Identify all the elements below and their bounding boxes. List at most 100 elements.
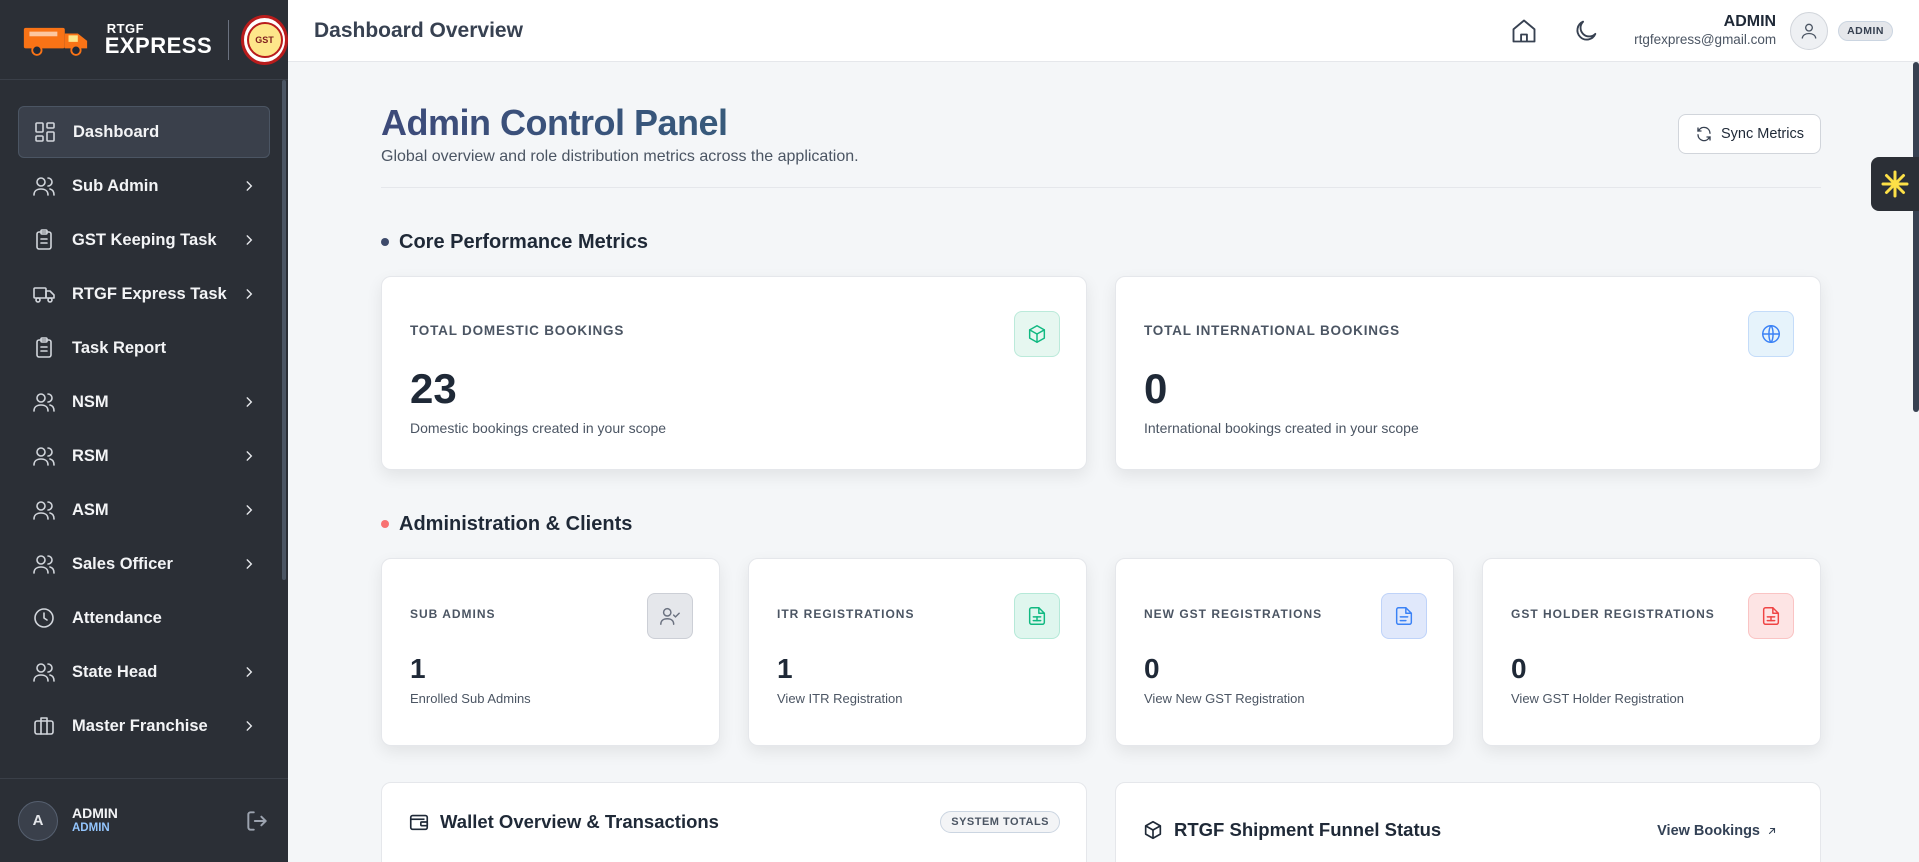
- user-info[interactable]: ADMIN rtgfexpress@gmail.com: [1634, 12, 1776, 49]
- metric-card-new-gst-registrations[interactable]: NEW GST REGISTRATIONS 0 View New GST Regis…: [1115, 558, 1454, 746]
- metric-icon-badge: [1748, 311, 1794, 357]
- globe-icon: [1762, 325, 1780, 343]
- metric-card-itr-registrations[interactable]: ITR REGISTRATIONS 1 View ITR Registration: [748, 558, 1087, 746]
- system-totals-tag: SYSTEM TOTALS: [940, 811, 1060, 833]
- sidebar-item-rsm[interactable]: RSM: [18, 430, 270, 482]
- view-bookings-label: View Bookings: [1657, 823, 1760, 839]
- sidebar-item-gst-keeping-task[interactable]: GST Keeping Task: [18, 214, 270, 266]
- header-user-email: rtgfexpress@gmail.com: [1634, 32, 1777, 48]
- file-sheet-icon: [1028, 607, 1046, 625]
- hero: Admin Control Panel Global overview and …: [381, 62, 1821, 188]
- sidebar-scrollbar[interactable]: [282, 80, 286, 580]
- sidebar-nav: Dashboard Sub Admin GST Keeping Task RTGF E…: [0, 80, 288, 780]
- view-bookings-link[interactable]: View Bookings: [1657, 823, 1778, 839]
- metric-description: View GST Holder Registration: [1511, 691, 1684, 706]
- metric-description: View ITR Registration: [777, 691, 903, 706]
- brand-line2: EXPRESS: [104, 33, 213, 58]
- clipboard-icon: [36, 229, 52, 250]
- logout-icon[interactable]: [244, 808, 270, 834]
- wallet-icon: [409, 814, 429, 831]
- sidebar-item-sales-officer[interactable]: Sales Officer: [18, 538, 270, 590]
- users-icon: [33, 447, 55, 466]
- users-icon: [33, 555, 55, 574]
- sidebar-footer: A ADMIN ADMIN: [0, 778, 288, 862]
- metric-value: 23: [410, 365, 457, 412]
- sidebar-item-label: Master Franchise: [72, 716, 208, 735]
- metric-card-gst-holder-registrations[interactable]: GST HOLDER REGISTRATIONS 0 View GST Holder…: [1482, 558, 1821, 746]
- sidebar-item-master-franchise[interactable]: Master Franchise: [18, 700, 270, 752]
- floating-widget-button[interactable]: [1871, 157, 1919, 211]
- metric-icon-badge: [1014, 593, 1060, 639]
- sidebar-item-label: Sales Officer: [72, 554, 173, 573]
- sync-metrics-button[interactable]: Sync Metrics: [1678, 114, 1821, 154]
- funnel-panel-title: RTGF Shipment Funnel Status: [1174, 819, 1442, 840]
- sidebar-item-asm[interactable]: ASM: [18, 484, 270, 536]
- role-badge: ADMIN: [1838, 20, 1893, 41]
- section-core-title: Core Performance Metrics: [381, 230, 1821, 254]
- sidebar-item-label: ASM: [72, 500, 109, 519]
- metric-icon-badge: [1014, 311, 1060, 357]
- page-title: Dashboard Overview: [314, 18, 523, 42]
- sidebar-item-task-report[interactable]: Task Report: [18, 322, 270, 374]
- users-icon: [33, 663, 55, 682]
- sync-metrics-label: Sync Metrics: [1721, 126, 1804, 142]
- avatar[interactable]: A: [18, 800, 58, 841]
- metric-description: Domestic bookings created in your scope: [410, 420, 667, 436]
- truck-logo-icon: [23, 27, 88, 56]
- top-header: Dashboard Overview ADMIN rtgfexpress@gma…: [288, 0, 1919, 62]
- metric-icon-badge: [647, 593, 693, 639]
- chevron-right-icon: [246, 181, 253, 191]
- box-icon: [1028, 325, 1046, 343]
- sidebar-item-nsm[interactable]: NSM: [18, 376, 270, 428]
- page-scrollbar[interactable]: [1913, 62, 1919, 412]
- sidebar-item-rtgf-express-task[interactable]: RTGF Express Task: [18, 268, 270, 320]
- users-icon: [33, 177, 55, 196]
- brand-divider: [228, 19, 230, 60]
- metric-card-sub-admins[interactable]: SUB ADMINS 1 Enrolled Sub Admins: [381, 558, 720, 746]
- footer-user-name: ADMIN: [72, 805, 118, 822]
- sidebar-item-label: RSM: [72, 446, 109, 465]
- home-icon[interactable]: [1510, 17, 1538, 45]
- sidebar-item-attendance[interactable]: Attendance: [18, 592, 270, 644]
- box-icon: [1144, 820, 1162, 840]
- moon-icon[interactable]: [1572, 17, 1600, 45]
- sidebar-item-dashboard[interactable]: Dashboard: [18, 106, 270, 158]
- panel-title: Admin Control Panel: [381, 102, 1821, 144]
- metric-card-total-domestic-bookings[interactable]: TOTAL DOMESTIC BOOKINGS 23 Domestic bookin…: [381, 276, 1087, 470]
- grid-icon: [35, 122, 55, 142]
- header-user-name: ADMIN: [1723, 13, 1777, 31]
- wallet-panel-title: Wallet Overview & Transactions: [440, 811, 719, 832]
- section-admin-title: Administration & Clients: [381, 512, 1821, 536]
- sidebar-item-label: NSM: [72, 392, 109, 411]
- panel-subtitle: Global overview and role distribution me…: [381, 148, 859, 165]
- gst-seal-logo: GST: [241, 14, 289, 65]
- brand-logo[interactable]: RTGF EXPRESS GST: [0, 0, 289, 80]
- admin-metrics-row: SUB ADMINS 1 Enrolled Sub Admins ITR REGIST…: [381, 558, 1821, 746]
- sidebar-item-label: RTGF Express Task: [72, 284, 227, 303]
- metric-card-total-international-bookings[interactable]: TOTAL INTERNATIONAL BOOKINGS 0 Internation…: [1115, 276, 1821, 470]
- section-admin-label: Administration & Clients: [399, 512, 633, 535]
- section-dot: [381, 238, 389, 246]
- users-icon: [33, 393, 55, 412]
- metric-caption: TOTAL INTERNATIONAL BOOKINGS: [1144, 323, 1400, 338]
- metric-caption: TOTAL DOMESTIC BOOKINGS: [410, 323, 625, 338]
- sidebar: RTGF EXPRESS GST Dashboard Sub Admin GST K…: [0, 0, 289, 862]
- file-text-icon: [1395, 607, 1413, 625]
- user-avatar[interactable]: [1790, 11, 1829, 50]
- file-sheet-icon: [1762, 607, 1780, 625]
- metric-description: International bookings created in your s…: [1144, 420, 1419, 436]
- sidebar-item-sub-admin[interactable]: Sub Admin: [18, 160, 270, 212]
- metric-icon-badge: [1381, 593, 1427, 639]
- sidebar-item-label: Attendance: [72, 608, 162, 627]
- core-metrics-row: TOTAL DOMESTIC BOOKINGS 23 Domestic bookin…: [381, 276, 1821, 470]
- sidebar-item-label: Task Report: [72, 338, 167, 357]
- chevron-right-icon: [246, 397, 253, 407]
- metric-icon-badge: [1748, 593, 1794, 639]
- sparkle-icon: [1881, 170, 1909, 198]
- seal-text: GST: [246, 21, 283, 58]
- briefcase-icon: [34, 717, 54, 735]
- metric-description: View New GST Registration: [1144, 691, 1305, 706]
- sidebar-item-state-head[interactable]: State Head: [18, 646, 270, 698]
- arrow-up-right-icon: [1768, 827, 1776, 835]
- sidebar-item-label: GST Keeping Task: [72, 230, 217, 249]
